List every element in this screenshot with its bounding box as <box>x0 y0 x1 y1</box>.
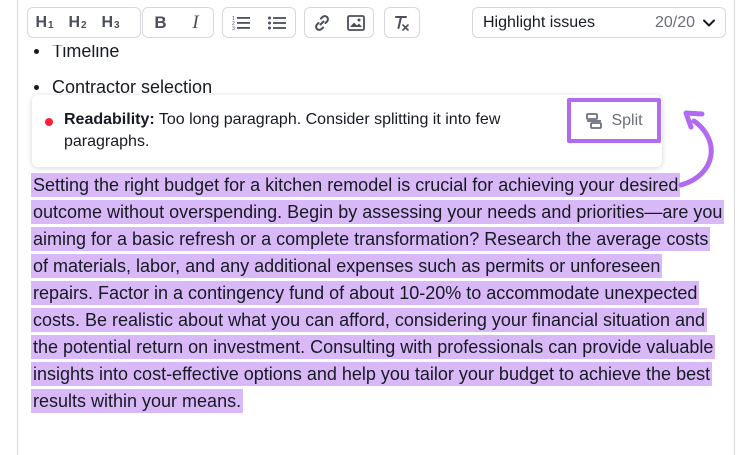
heading-1-button[interactable]: H1 <box>28 8 61 37</box>
bold-button[interactable]: B <box>143 8 178 37</box>
issue-message: Readability: Too long paragraph. Conside… <box>64 109 554 153</box>
highlight-issues-count: 20/20 <box>654 13 695 31</box>
clear-format-icon[interactable] <box>385 8 419 37</box>
curved-arrow-icon <box>678 110 714 188</box>
bullet-dot <box>34 49 39 54</box>
link-icon[interactable] <box>305 8 339 37</box>
split-button[interactable]: Split <box>567 98 661 143</box>
editor-toolbar: H1 H2 H3 B I 123 Highlight issues 20/20 <box>18 0 734 45</box>
split-icon <box>586 112 603 129</box>
editor: H1 H2 H3 B I 123 Highlight issues 20/20 … <box>17 0 735 455</box>
italic-button[interactable]: I <box>178 8 213 37</box>
issue-indicator-dot <box>45 118 53 126</box>
format-group: B I <box>142 7 214 38</box>
heading-2-button[interactable]: H2 <box>61 8 94 37</box>
heading-3-button[interactable]: H3 <box>94 8 127 37</box>
bullet-list-icon[interactable] <box>259 8 295 37</box>
issue-category: Readability: <box>64 111 155 128</box>
insert-group <box>304 7 374 38</box>
heading-group: H1 H2 H3 <box>27 7 141 38</box>
paragraph-text: Setting the right budget for a kitchen r… <box>31 173 725 413</box>
highlight-issues-select[interactable]: Highlight issues 20/20 <box>472 7 726 38</box>
split-button-label: Split <box>611 111 643 129</box>
bullet-dot <box>34 85 39 90</box>
ordered-list-icon[interactable]: 123 <box>223 8 259 37</box>
chevron-down-icon <box>703 19 715 26</box>
highlighted-paragraph[interactable]: Setting the right budget for a kitchen r… <box>31 172 725 415</box>
clear-format-group <box>384 7 420 38</box>
image-icon[interactable] <box>339 8 373 37</box>
list-group: 123 <box>222 7 296 38</box>
highlight-issues-label: Highlight issues <box>483 13 596 31</box>
svg-text:3: 3 <box>232 26 235 31</box>
readability-issue-card: Readability: Too long paragraph. Conside… <box>32 95 662 167</box>
